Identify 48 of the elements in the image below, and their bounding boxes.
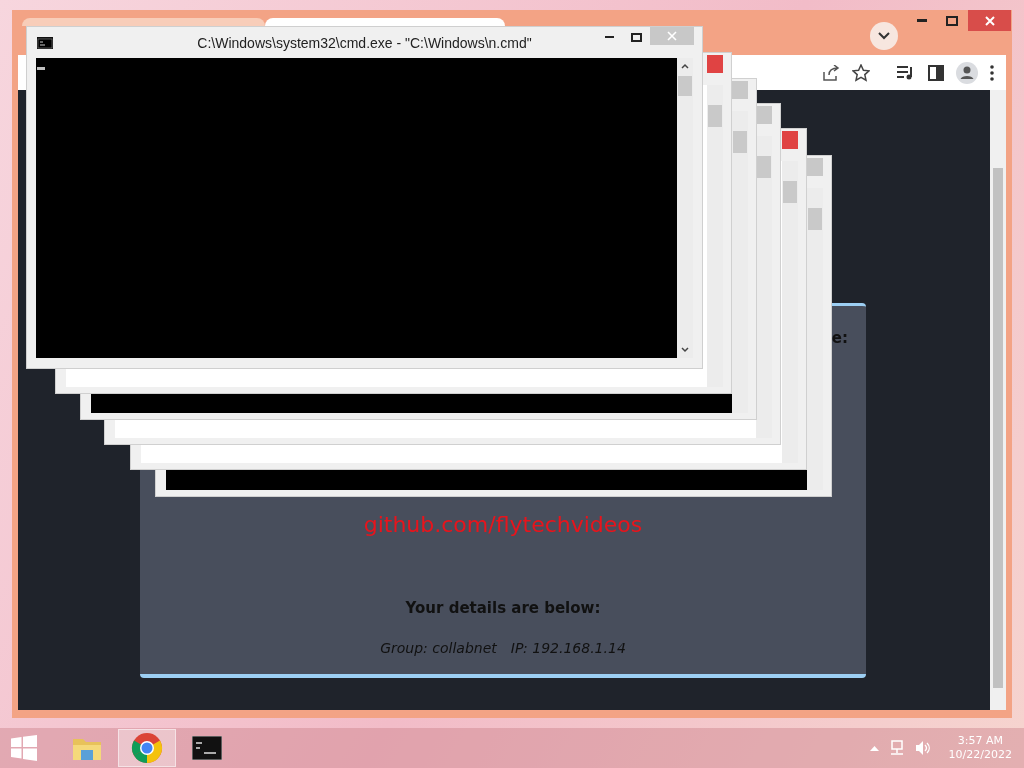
scrollbar[interactable]	[990, 90, 1006, 710]
browser-tab[interactable]	[22, 18, 265, 26]
speaker-icon[interactable]	[914, 740, 931, 756]
scrollbar[interactable]	[707, 85, 723, 387]
scrollbar-thumb[interactable]	[757, 156, 771, 178]
scrollbar-thumb[interactable]	[993, 168, 1003, 688]
text-cursor	[37, 67, 45, 70]
scrollbar[interactable]	[807, 188, 823, 490]
scrollbar-thumb[interactable]	[678, 76, 692, 96]
scrollbar[interactable]	[732, 111, 748, 413]
share-icon[interactable]	[822, 64, 840, 81]
details-heading: Your details are below:	[405, 599, 601, 617]
group-text: Group: collabnet	[380, 639, 497, 657]
scroll-down-icon[interactable]	[680, 345, 690, 355]
close-button[interactable]	[968, 10, 1011, 31]
windows-logo-icon	[11, 735, 37, 761]
scrollbar-thumb[interactable]	[708, 105, 722, 127]
chevron-up-icon[interactable]	[869, 745, 879, 751]
menu-icon[interactable]	[990, 64, 994, 81]
star-icon[interactable]	[852, 63, 870, 82]
ip-text: IP: 192.168.1.14	[510, 639, 626, 657]
scrollbar-thumb[interactable]	[808, 208, 822, 230]
blocked-url-text: github.com/flytechvideos	[363, 512, 643, 538]
profile-icon[interactable]	[956, 61, 978, 84]
scrollbar[interactable]	[677, 58, 693, 358]
minimize-icon	[917, 19, 927, 22]
minimize-icon	[605, 36, 614, 38]
notice-text: e:	[831, 329, 848, 347]
maximize-icon	[946, 15, 958, 26]
browser-icon	[131, 732, 163, 764]
maximize-icon	[631, 32, 642, 42]
tab-search-button[interactable]	[870, 22, 898, 50]
clock[interactable]: 3:57 AM 10/22/2022	[948, 734, 1012, 762]
scrollbar-thumb[interactable]	[733, 131, 747, 153]
chevron-down-icon	[878, 32, 890, 40]
network-icon[interactable]	[888, 740, 905, 756]
browser-tab[interactable]	[265, 18, 505, 26]
date-text: 10/22/2022	[948, 748, 1012, 762]
terminal-icon	[37, 36, 53, 49]
close-icon	[984, 15, 995, 26]
close-icon	[667, 31, 677, 41]
scroll-up-icon[interactable]	[680, 61, 690, 71]
side-panel-icon[interactable]	[928, 64, 944, 81]
time-text: 3:57 AM	[957, 734, 1003, 748]
window-title: C:\Windows\system32\cmd.exe - "C:\Windows\n.cmd"	[197, 34, 532, 51]
scrollbar-thumb[interactable]	[783, 181, 797, 203]
scrollbar[interactable]	[782, 161, 798, 463]
terminal-icon	[192, 736, 222, 760]
